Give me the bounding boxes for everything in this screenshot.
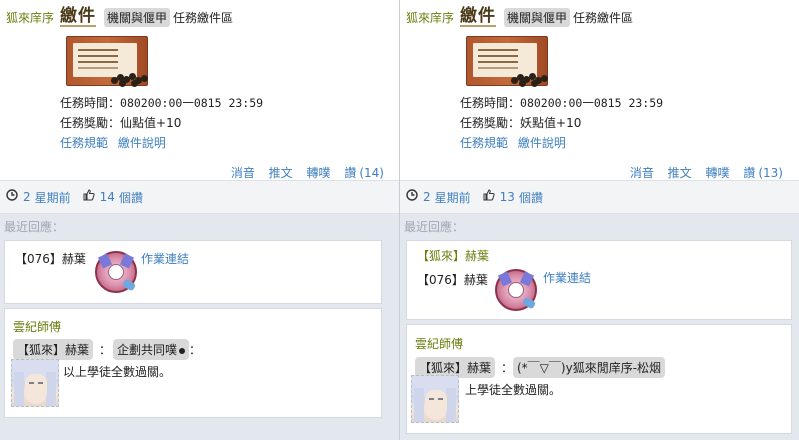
author-name[interactable]: 狐來庠序: [406, 9, 454, 26]
post-actions: 消音 推文 轉噗 讚 (14): [221, 164, 384, 181]
prayer-beads-image: [509, 71, 549, 87]
mute-button[interactable]: 消音: [231, 166, 255, 180]
post-actions: 消音 推文 轉噗 讚 (13): [620, 164, 783, 181]
guide-link[interactable]: 繳件說明: [518, 136, 566, 150]
like-total-number[interactable]: 14: [100, 190, 115, 204]
plurk-post: 狐來庠序 繳件 機關與偃甲 任務繳件區 任務時間：080200:00一0815 …: [400, 0, 799, 180]
task-reward-label: 任務獎勵：: [60, 116, 121, 130]
task-reward-value: 妖點值+10: [520, 116, 582, 130]
clock-icon: [6, 189, 18, 205]
time-ago-unit[interactable]: 星期前: [435, 189, 471, 206]
task-time-label: 任務時間：: [60, 96, 121, 110]
homework-link[interactable]: 作業連結: [543, 269, 591, 286]
tweet-button[interactable]: 推文: [269, 166, 293, 180]
task-links: 任務規範 繳件說明: [460, 134, 572, 151]
response-item: 【狐來】赫葉 【076】赫葉 作業連結: [406, 240, 792, 320]
qualifier-logo: 繳件: [60, 6, 97, 27]
time-ago-number[interactable]: 2: [423, 190, 431, 204]
time-ago-unit[interactable]: 星期前: [35, 189, 71, 206]
like-total-number[interactable]: 13: [500, 190, 515, 204]
tweet-button[interactable]: 推文: [668, 166, 692, 180]
task-time: 任務時間：080200:00一0815 23:59: [460, 94, 663, 111]
quoted-user-chip: 【狐來】赫葉: [13, 339, 94, 360]
clock-icon: [406, 189, 418, 205]
rules-link[interactable]: 任務規範: [60, 136, 108, 150]
teacher-avatar[interactable]: [411, 375, 459, 423]
task-time-label: 任務時間：: [460, 96, 521, 110]
post-meta-bar: 2 星期前 13 個讚: [400, 180, 799, 214]
task-card-image[interactable]: [66, 36, 149, 87]
plurk-post: 狐來庠序 繳件 機關與偃甲 任務繳件區 任務時間：080200:00一0815 …: [0, 0, 400, 180]
topic-tag: 機關與偃甲: [104, 7, 171, 27]
quoted-plurk-label: 企劃共同噗: [117, 343, 178, 357]
author-name[interactable]: 狐來庠序: [6, 9, 54, 26]
teacher-avatar[interactable]: [11, 359, 59, 407]
like-total-unit[interactable]: 個讚: [119, 189, 143, 206]
prayer-beads-image: [109, 71, 149, 87]
dot-icon: [179, 347, 186, 354]
area-title: 任務繳件區: [573, 10, 634, 25]
response-tag: 【076】赫葉: [417, 273, 488, 287]
response-item: 雲紀師傅 【狐來】赫葉 ： 企劃共同噗 ： 以上學徒全數過關。: [4, 308, 382, 418]
like-count: (14): [359, 166, 384, 180]
quoted-plurk-chip: 企劃共同噗: [113, 339, 190, 360]
thumbs-up-icon: [83, 189, 95, 205]
response-message: 上學徒全數過關。: [465, 383, 562, 397]
mute-button[interactable]: 消音: [630, 166, 654, 180]
response-author[interactable]: 【狐來】赫葉: [417, 247, 489, 264]
qualifier-logo: 繳件: [460, 6, 497, 27]
repost-button[interactable]: 轉噗: [307, 166, 331, 180]
colon-separator: ：: [501, 361, 514, 375]
task-reward: 任務獎勵：仙點值+10: [60, 114, 181, 131]
quoted-plurk-chip: (*￣▽￣)y狐來閒庠序-松烟: [513, 357, 666, 378]
like-total-unit[interactable]: 個讚: [519, 189, 543, 206]
thumbs-up-icon: [483, 189, 495, 205]
recent-responses-label: 最近回應：: [404, 220, 465, 234]
area-title: 任務繳件區: [173, 10, 234, 25]
repost-button[interactable]: 轉噗: [706, 166, 730, 180]
task-reward: 任務獎勵：妖點值+10: [460, 114, 581, 131]
recent-responses-label: 最近回應：: [4, 220, 65, 234]
like-count: (13): [758, 166, 783, 180]
post-title-bar: 狐來庠序 繳件 機關與偃甲 任務繳件區: [406, 7, 633, 27]
colon-separator: ：: [99, 343, 112, 357]
post-title-bar: 狐來庠序 繳件 機關與偃甲 任務繳件區: [6, 7, 233, 27]
like-button[interactable]: 讚: [344, 166, 356, 180]
response-message: 以上學徒全數過關。: [63, 365, 172, 379]
colon-separator: ：: [189, 343, 202, 357]
task-time-value: 080200:00一0815 23:59: [520, 96, 664, 110]
response-tag: 【076】赫葉: [15, 252, 86, 266]
task-reward-label: 任務獎勵：: [460, 116, 521, 130]
teacher-name[interactable]: 雲紀師傅: [415, 335, 463, 352]
plurk-column-left: 狐來庠序 繳件 機關與偃甲 任務繳件區 任務時間：080200:00一0815 …: [0, 0, 400, 440]
task-card-image[interactable]: [466, 36, 549, 87]
response-item: 雲紀師傅 【狐來】赫葉 ： (*￣▽￣)y狐來閒庠序-松烟 上學徒全數過關。: [406, 324, 792, 434]
guide-link[interactable]: 繳件說明: [118, 136, 166, 150]
task-reward-value: 仙點值+10: [120, 116, 182, 130]
response-item: 【076】赫葉 作業連結: [4, 240, 382, 304]
task-time: 任務時間：080200:00一0815 23:59: [60, 94, 263, 111]
time-ago-number[interactable]: 2: [23, 190, 31, 204]
teacher-name[interactable]: 雲紀師傅: [13, 318, 61, 335]
homework-link[interactable]: 作業連結: [141, 250, 189, 267]
plurk-column-right: 狐來庠序 繳件 機關與偃甲 任務繳件區 任務時間：080200:00一0815 …: [399, 0, 799, 440]
topic-tag: 機關與偃甲: [504, 7, 571, 27]
task-links: 任務規範 繳件說明: [60, 134, 172, 151]
avatar[interactable]: [495, 269, 537, 311]
post-meta-bar: 2 星期前 14 個讚: [0, 180, 400, 214]
avatar[interactable]: [95, 251, 137, 293]
rules-link[interactable]: 任務規範: [460, 136, 508, 150]
like-button[interactable]: 讚: [743, 166, 755, 180]
task-time-value: 080200:00一0815 23:59: [120, 96, 264, 110]
